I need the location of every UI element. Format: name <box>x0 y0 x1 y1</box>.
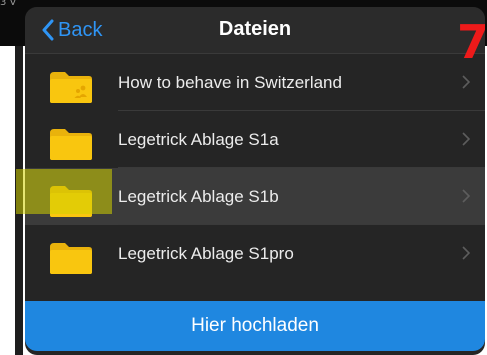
chevron-right-icon <box>462 246 471 265</box>
folder-row[interactable]: Legetrick Ablage S1a <box>25 111 485 168</box>
chevron-right-icon <box>462 75 471 94</box>
folder-row[interactable]: Legetrick Ablage S1pro <box>25 225 485 282</box>
page-title: Dateien <box>218 18 292 40</box>
chevron-right-icon <box>462 132 471 151</box>
folder-name: Legetrick Ablage S1b <box>118 187 279 206</box>
folder-row[interactable]: How to behave in Switzerland <box>25 54 485 111</box>
folder-name: Legetrick Ablage S1a <box>118 130 279 149</box>
screen: 3 V Back Dateien 7 How to behave in Swit… <box>0 0 487 355</box>
folder-icon <box>49 241 93 275</box>
shared-folder-icon <box>49 70 93 104</box>
folder-list: How to behave in Switzerland Legetrick A… <box>25 54 485 282</box>
upload-button[interactable]: Hier hochladen <box>25 301 485 351</box>
folder-name: How to behave in Switzerland <box>118 73 342 92</box>
navigation-bar: Back Dateien 7 <box>25 7 485 65</box>
highlight-marker <box>16 169 112 214</box>
folder-name: Legetrick Ablage S1pro <box>118 244 294 263</box>
corner-text: 3 V <box>0 0 17 8</box>
folder-icon <box>49 127 93 161</box>
chevron-right-icon <box>462 189 471 208</box>
